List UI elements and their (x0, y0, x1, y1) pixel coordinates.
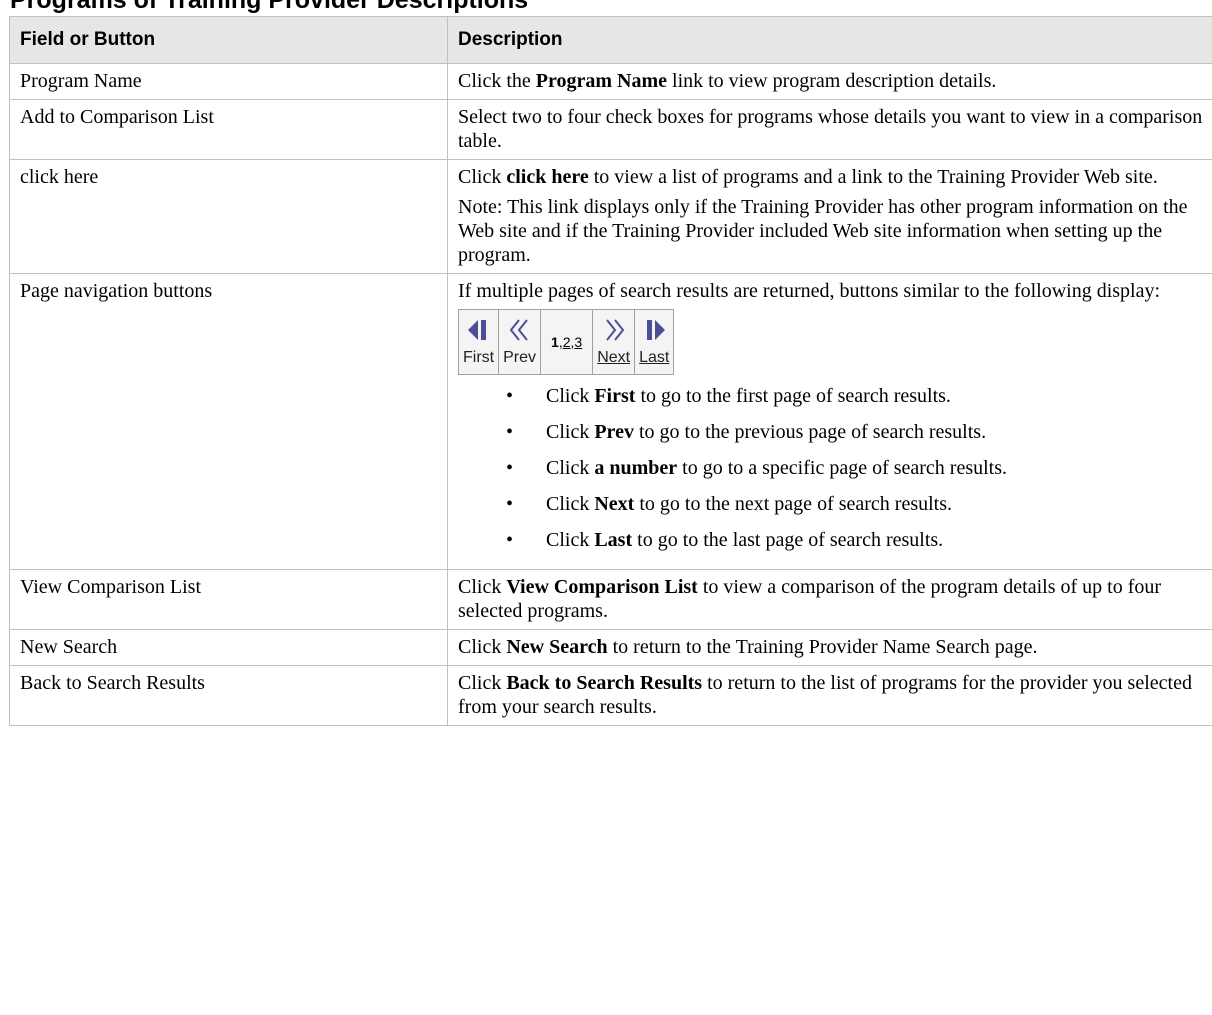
text: Click (546, 493, 595, 515)
page-link[interactable]: 3 (574, 330, 582, 354)
description-cell: Click the Program Name link to view prog… (447, 63, 1212, 100)
last-label: Last (639, 349, 670, 366)
table-row: Back to Search Results Click Back to Sea… (9, 665, 1212, 726)
list-item: Click Prev to go to the previous page of… (458, 419, 1203, 445)
description-text: Click click here to view a list of progr… (458, 165, 1203, 189)
last-button[interactable]: Last (635, 310, 673, 374)
column-header-field: Field or Button (9, 16, 448, 64)
table-header-row: Field or Button Description (9, 16, 1212, 64)
table-row: New Search Click New Search to return to… (9, 629, 1212, 666)
text: Click (546, 385, 595, 407)
field-cell: click here (9, 159, 448, 274)
text: Click (458, 576, 507, 598)
note-text: Note: This link displays only if the Tra… (458, 196, 1188, 266)
page-navigation-example: First Prev 1, 2, 3 Next Last (458, 309, 675, 375)
bold-term: First (594, 385, 636, 407)
text: to go to a specific page of search resul… (677, 457, 1008, 479)
text: link to view program description details… (667, 70, 997, 92)
text: to return to the Training Provider Name … (607, 636, 1038, 658)
field-cell: Add to Comparison List (9, 99, 448, 160)
text: to go to the first page of search result… (635, 385, 951, 407)
text: to go to the previous page of search res… (633, 421, 987, 443)
description-cell: Click Back to Search Results to return t… (447, 665, 1212, 726)
bold-term: Program Name (535, 70, 668, 92)
prev-button[interactable]: Prev (499, 310, 542, 374)
description-cell: Click click here to view a list of progr… (447, 159, 1212, 274)
list-item: Click Last to go to the last page of sea… (458, 527, 1203, 553)
list-item: Click First to go to the first page of s… (458, 383, 1203, 409)
table-row: Program Name Click the Program Name link… (9, 63, 1212, 100)
field-cell: Back to Search Results (9, 665, 448, 726)
text: Click the (458, 70, 536, 92)
table-row: View Comparison List Click View Comparis… (9, 569, 1212, 630)
field-cell: View Comparison List (9, 569, 448, 630)
first-icon (467, 320, 486, 340)
first-label: First (463, 349, 495, 366)
bold-term: Prev (594, 421, 634, 443)
bold-term: click here (506, 166, 589, 188)
bold-term: Last (594, 529, 633, 551)
bold-term: New Search (506, 636, 608, 658)
description-cell: Click View Comparison List to view a com… (447, 569, 1212, 630)
page-link[interactable]: 2 (563, 330, 571, 354)
page-heading: Programs of Training Provider Descriptio… (10, 0, 529, 14)
navigation-bullets: Click First to go to the first page of s… (458, 383, 1203, 553)
next-button[interactable]: Next (593, 310, 636, 374)
table-row: Add to Comparison List Select two to fou… (9, 99, 1212, 160)
last-icon (647, 320, 666, 340)
page-numbers: 1, 2, 3 (541, 310, 594, 374)
next-icon (605, 319, 624, 341)
table-row: click here Click click here to view a li… (9, 159, 1212, 274)
current-page: 1 (551, 334, 559, 350)
prev-icon (509, 319, 528, 341)
text: to go to the last page of search results… (632, 529, 944, 551)
bold-term: a number (594, 457, 678, 479)
list-item: Click a number to go to a specific page … (458, 455, 1203, 481)
text: Click (546, 529, 595, 551)
prev-label: Prev (503, 349, 537, 366)
field-cell: Program Name (9, 63, 448, 100)
description-text: If multiple pages of search results are … (458, 280, 1161, 302)
field-cell: Page navigation buttons (9, 273, 448, 570)
text: to go to the next page of search results… (634, 493, 953, 515)
text: Click (546, 457, 595, 479)
list-item: Click Next to go to the next page of sea… (458, 491, 1203, 517)
description-cell: Select two to four check boxes for progr… (447, 99, 1212, 160)
text: Click (458, 166, 507, 188)
first-button[interactable]: First (459, 310, 500, 374)
text: Click (546, 421, 595, 443)
text: Click (458, 672, 507, 694)
description-cell: Click New Search to return to the Traini… (447, 629, 1212, 666)
field-cell: New Search (9, 629, 448, 666)
column-header-description: Description (447, 16, 1212, 64)
description-cell: If multiple pages of search results are … (447, 273, 1212, 570)
bold-term: Back to Search Results (506, 672, 703, 694)
bold-term: View Comparison List (506, 576, 698, 598)
bold-term: Next (594, 493, 635, 515)
text: Click (458, 636, 507, 658)
next-label: Next (597, 349, 631, 366)
table-row: Page navigation buttons If multiple page… (9, 273, 1212, 570)
text: to view a list of programs and a link to… (588, 166, 1158, 188)
description-table: Field or Button Description Program Name… (9, 16, 1212, 726)
